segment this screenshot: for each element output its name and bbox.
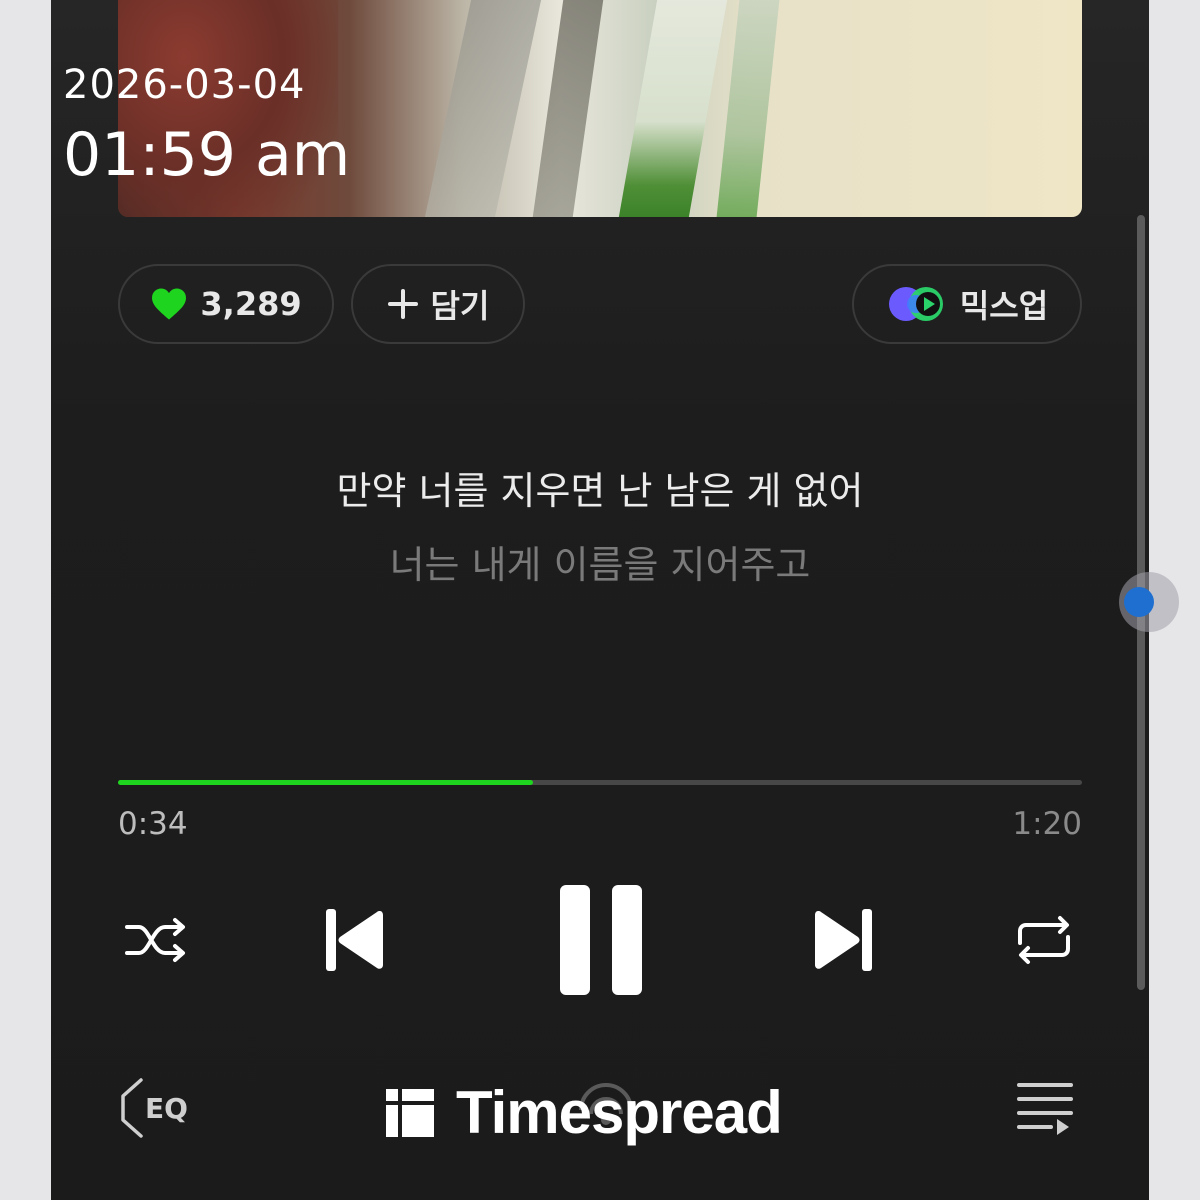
watermark: Timespread — [386, 1078, 783, 1147]
shuffle-button[interactable] — [121, 910, 191, 970]
total-time: 1:20 — [1012, 806, 1082, 842]
heart-icon — [150, 287, 188, 321]
watermark-logo-icon — [386, 1088, 434, 1137]
add-to-playlist-button[interactable]: 담기 — [351, 264, 525, 344]
date-text: 2026-03-04 — [63, 62, 306, 108]
pause-button[interactable] — [551, 882, 651, 997]
next-icon — [815, 909, 872, 971]
playlist-queue-button[interactable] — [1013, 1078, 1077, 1138]
shuffle-icon — [125, 918, 185, 962]
eq-label: EQ — [145, 1092, 188, 1125]
mixup-label: 믹스업 — [959, 287, 1049, 325]
album-art-shape — [529, 0, 607, 217]
lyric-current-line[interactable]: 만약 너를 지우면 난 남은 게 없어 — [51, 460, 1149, 515]
repeat-button[interactable] — [1009, 910, 1079, 970]
previous-icon — [326, 909, 383, 971]
pause-icon — [560, 884, 642, 995]
progress-bar[interactable] — [118, 780, 1082, 785]
album-art-shape — [714, 0, 782, 217]
queue-icon — [1017, 1083, 1073, 1135]
scroll-handle-dot[interactable] — [1124, 587, 1154, 617]
like-count: 3,289 — [200, 285, 302, 323]
eq-icon: EQ — [121, 1078, 188, 1138]
repeat-icon — [1018, 916, 1070, 964]
album-art-shape — [420, 0, 546, 217]
elapsed-time: 0:34 — [118, 806, 188, 842]
mixup-icon — [886, 284, 948, 324]
mixup-button[interactable]: 믹스업 — [852, 264, 1082, 344]
eq-button[interactable]: EQ — [117, 1076, 201, 1140]
like-button[interactable]: 3,289 — [118, 264, 334, 344]
add-label: 담기 — [430, 287, 490, 325]
progress-fill — [118, 780, 533, 785]
next-button[interactable] — [811, 905, 877, 975]
previous-button[interactable] — [321, 905, 387, 975]
watermark-text: Timespread — [456, 1079, 783, 1146]
lyric-next-line[interactable]: 너는 내게 이름을 지어주고 — [51, 534, 1149, 589]
plus-icon — [387, 288, 419, 320]
album-art-shape — [615, 0, 731, 217]
time-text: 01:59 am — [63, 120, 351, 190]
